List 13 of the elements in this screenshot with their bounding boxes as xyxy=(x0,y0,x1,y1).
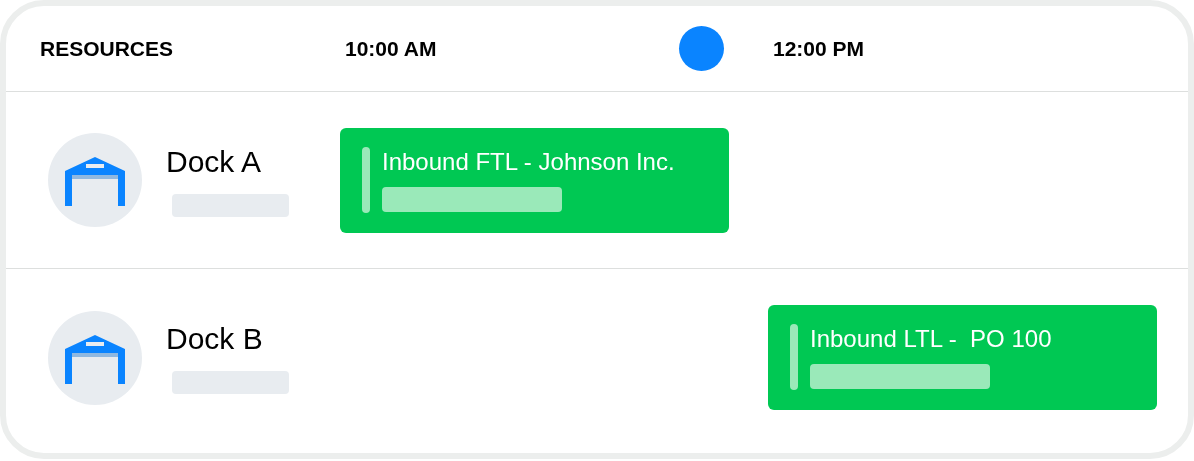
accent-bar xyxy=(362,146,370,213)
event-title: Inbound LTL - PO 100 xyxy=(810,324,1052,354)
resource-name: Dock B xyxy=(166,321,264,357)
event-block[interactable]: Inbound LTL - PO 100 xyxy=(768,305,1157,410)
event-title: Inbound FTL - Johnson Inc. xyxy=(382,146,675,177)
time-label: 12:00 PM xyxy=(773,35,865,62)
accent-bar xyxy=(790,324,798,390)
column-header: RESOURCES xyxy=(39,35,175,62)
event-block[interactable]: Inbound FTL - Johnson Inc. xyxy=(340,127,729,233)
warehouse-icon xyxy=(48,310,142,405)
time-label: 10:00 AM xyxy=(345,35,437,62)
resource-name: Dock A xyxy=(166,143,263,180)
warehouse-icon xyxy=(48,133,142,227)
